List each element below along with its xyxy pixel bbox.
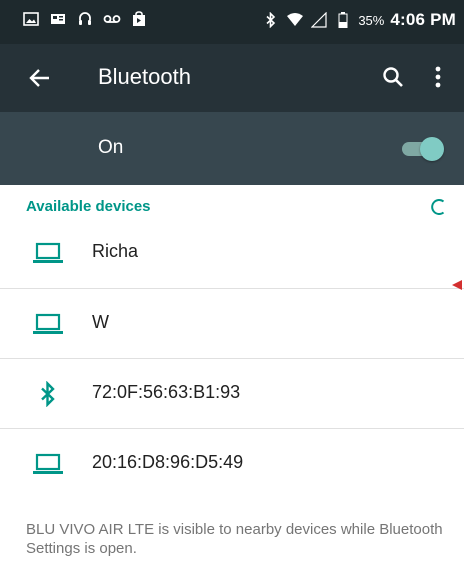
status-system-icons: 35% 4:06 PM (262, 10, 456, 30)
device-name: W (92, 312, 109, 332)
more-vert-icon (435, 66, 441, 88)
image-icon (22, 10, 40, 28)
bluetooth-switch[interactable] (398, 136, 444, 162)
visibility-notice: BLU VIVO AIR LTE is visible to nearby de… (26, 521, 443, 557)
laptop-icon (32, 451, 64, 477)
battery-percent: 35% (358, 12, 385, 28)
device-name: Richa (92, 241, 139, 261)
device-name: 20:16:D8:96:D5:49 (92, 452, 244, 472)
more-options-button[interactable] (424, 62, 452, 92)
signal-icon (310, 11, 328, 29)
back-arrow-icon (29, 69, 49, 87)
device-row-720f5663b193[interactable]: 72:0F:56:63:B1:93 (0, 359, 464, 429)
device-name: 72:0F:56:63:B1:93 (92, 382, 241, 402)
laptop-icon (32, 311, 64, 337)
status-bar: 35% 4:06 PM (0, 0, 464, 44)
voicemail-icon (103, 10, 121, 28)
switch-thumb[interactable] (420, 137, 444, 161)
bluetooth-icon (262, 11, 280, 29)
device-row-2016d896d549[interactable]: 20:16:D8:96:D5:49 (0, 429, 464, 499)
red-marker (452, 280, 462, 290)
available-devices-header: Available devices (26, 198, 151, 215)
laptop-icon (32, 240, 64, 266)
clock: 4:06 PM (390, 10, 456, 29)
app-bar: Bluetooth (0, 44, 464, 112)
bluetooth-icon (32, 381, 64, 407)
search-button[interactable] (378, 62, 408, 92)
device-row-richa[interactable]: Richa (0, 218, 464, 288)
loading-spinner-icon (431, 199, 445, 215)
toggle-label: On (98, 137, 124, 158)
media-icon (49, 10, 67, 28)
back-button[interactable] (26, 64, 54, 92)
bluetooth-toggle-bar[interactable]: On (0, 112, 464, 185)
page-title: Bluetooth (98, 64, 191, 89)
wifi-icon (286, 11, 304, 29)
battery-icon (334, 11, 352, 29)
shopping-bag-icon (130, 10, 148, 28)
status-notification-icons (22, 10, 148, 28)
device-row-w[interactable]: W (0, 289, 464, 359)
search-icon (383, 67, 403, 87)
headset-icon (76, 10, 94, 28)
